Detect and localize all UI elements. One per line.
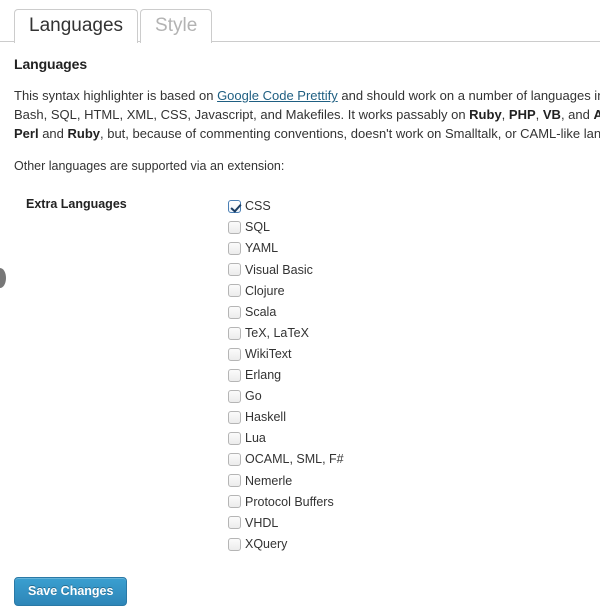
page-title: Languages xyxy=(14,56,88,72)
checkbox-icon[interactable] xyxy=(228,389,241,403)
extra-languages-label: Extra Languages xyxy=(26,197,127,211)
checkbox-icon[interactable] xyxy=(228,305,241,319)
settings-content: Languages This syntax highlighter is bas… xyxy=(0,42,600,555)
checkbox-icon[interactable] xyxy=(228,263,241,277)
save-changes-button[interactable]: Save Changes xyxy=(14,576,128,606)
checkbox-label: Clojure xyxy=(245,283,285,298)
checkbox-item[interactable]: Clojure xyxy=(228,280,600,301)
tab-style[interactable]: Style xyxy=(140,9,213,43)
checkbox-item[interactable]: YAML xyxy=(228,238,600,259)
intro-lang-ruby: Ruby xyxy=(469,107,502,122)
checkbox-label: Go xyxy=(245,389,262,404)
checkbox-item[interactable]: Visual Basic xyxy=(228,259,600,280)
checkbox-item[interactable]: Scala xyxy=(228,301,600,322)
intro-sep-1: , xyxy=(501,107,509,122)
checkbox-label: Visual Basic xyxy=(245,262,313,277)
checkbox-icon[interactable] xyxy=(228,347,241,361)
checkbox-label: Haskell xyxy=(245,410,286,425)
checkbox-item[interactable]: CSS xyxy=(228,196,600,217)
checkbox-item[interactable]: VHDL xyxy=(228,512,600,533)
tab-style-label: Style xyxy=(155,15,198,36)
checkbox-icon[interactable] xyxy=(228,537,241,551)
checkbox-item[interactable]: TeX, LaTeX xyxy=(228,323,600,344)
checkbox-icon[interactable] xyxy=(228,284,241,298)
checkbox-icon[interactable] xyxy=(228,368,241,382)
intro-text-4: , but, because of commenting conventions… xyxy=(100,126,600,141)
checkbox-label: YAML xyxy=(245,241,279,256)
checkbox-item[interactable]: Nemerle xyxy=(228,470,600,491)
extra-languages-field: Extra Languages CSS SQL YAML Visual Basic Cl… xyxy=(14,195,600,555)
checkbox-icon[interactable] xyxy=(228,242,241,256)
checkbox-icon[interactable] xyxy=(228,495,241,509)
checkbox-label: Nemerle xyxy=(245,473,293,488)
checkbox-item[interactable]: Haskell xyxy=(228,407,600,428)
checkbox-label: OCAML, SML, F# xyxy=(245,452,344,467)
checkbox-item[interactable]: Protocol Buffers xyxy=(228,491,600,512)
checkbox-label: Protocol Buffers xyxy=(245,494,334,509)
intro-lang-perl: Perl xyxy=(14,126,39,141)
checkbox-icon[interactable] xyxy=(228,432,241,446)
form-actions: Save Changes xyxy=(0,555,600,606)
checkbox-label: Erlang xyxy=(245,368,282,383)
checkbox-label: WikiText xyxy=(245,346,292,361)
intro-text-1: This syntax highlighter is based on xyxy=(14,88,218,103)
checkbox-item[interactable]: Lua xyxy=(228,428,600,449)
extra-languages-checkbox-list: CSS SQL YAML Visual Basic Clojure Scala TeX, L… xyxy=(228,195,600,555)
checkbox-item[interactable]: WikiText xyxy=(228,344,600,365)
extension-note: Other languages are supported via an ext… xyxy=(14,159,285,173)
intro-sep-3: , and xyxy=(560,107,594,122)
checkbox-checked-icon[interactable] xyxy=(228,200,241,214)
intro-paragraph: This syntax highlighter is based on Goog… xyxy=(14,86,600,143)
checkbox-item[interactable]: Go xyxy=(228,386,600,407)
checkbox-label: VHDL xyxy=(245,515,279,530)
intro-lang-ruby-2: Ruby xyxy=(67,126,101,141)
checkbox-label: TeX, LaTeX xyxy=(245,325,309,340)
intro-sep-2: , xyxy=(535,107,543,122)
checkbox-item[interactable]: SQL xyxy=(228,217,600,238)
tab-languages[interactable]: Languages xyxy=(14,9,139,44)
checkbox-item[interactable]: OCAML, SML, F# xyxy=(228,449,600,470)
checkbox-label: CSS xyxy=(245,199,271,214)
intro-sep-4: and xyxy=(38,126,68,141)
checkbox-item[interactable]: XQuery xyxy=(228,534,600,555)
tab-languages-label: Languages xyxy=(29,15,124,36)
checkbox-icon[interactable] xyxy=(228,453,241,467)
tab-strip: Languages Style xyxy=(0,0,600,44)
intro-lang-php: PHP xyxy=(508,107,536,122)
checkbox-icon[interactable] xyxy=(228,410,241,424)
checkbox-label: Lua xyxy=(245,431,266,446)
checkbox-label: XQuery xyxy=(245,536,288,551)
google-code-prettify-link[interactable]: Google Code Prettify xyxy=(217,88,338,103)
checkbox-item[interactable]: Erlang xyxy=(228,365,600,386)
checkbox-icon[interactable] xyxy=(228,474,241,488)
checkbox-label: Scala xyxy=(245,304,277,319)
checkbox-icon[interactable] xyxy=(228,326,241,340)
checkbox-label: SQL xyxy=(245,220,271,235)
intro-lang-vb: VB xyxy=(542,107,561,122)
checkbox-icon[interactable] xyxy=(228,221,241,235)
intro-lang-awk: Awk xyxy=(593,107,600,122)
checkbox-icon[interactable] xyxy=(228,516,241,530)
